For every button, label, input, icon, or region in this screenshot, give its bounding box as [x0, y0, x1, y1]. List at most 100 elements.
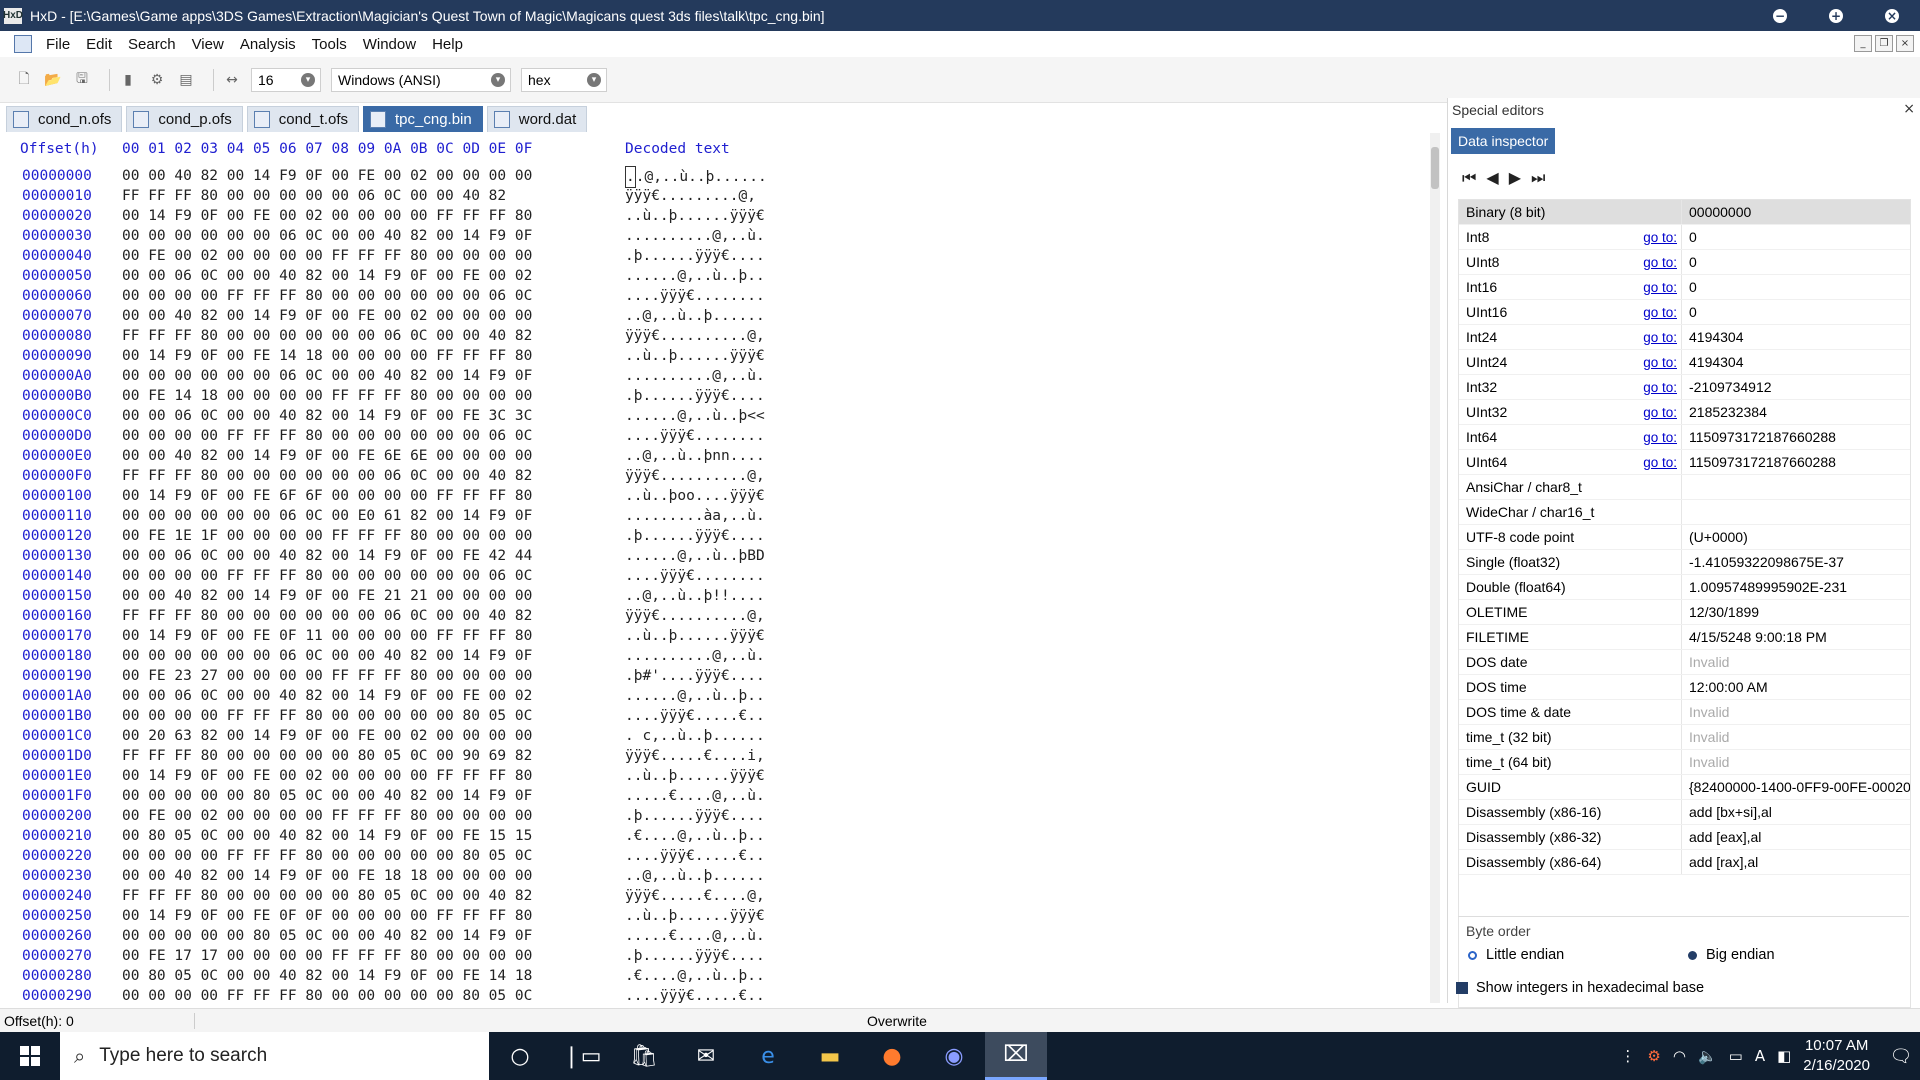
- row-hex-bytes[interactable]: 00 14 F9 0F 00 FE 00 02 00 00 00 00 FF F…: [122, 766, 625, 786]
- inspector-row[interactable]: FILETIME 4/15/5248 9:00:18 PM: [1459, 625, 1910, 650]
- inspector-row[interactable]: UInt64 go to: 1150973172187660288: [1459, 450, 1910, 475]
- inspector-value[interactable]: (U+0000): [1681, 525, 1910, 549]
- row-hex-bytes[interactable]: 00 00 06 0C 00 00 40 82 00 14 F9 0F 00 F…: [122, 686, 625, 706]
- hex-row[interactable]: 00000130 00 00 06 0C 00 00 40 82 00 14 F9…: [22, 546, 767, 566]
- menu-window[interactable]: Window: [355, 36, 424, 53]
- inspector-row[interactable]: UTF-8 code point (U+0000): [1459, 525, 1910, 550]
- row-decoded-text[interactable]: ÿÿÿ€..........@,: [625, 326, 765, 346]
- hex-row[interactable]: 00000140 00 00 00 00 FF FF FF 80 00 00 00…: [22, 566, 767, 586]
- hex-row[interactable]: 00000270 00 FE 17 17 00 00 00 00 FF FF FF…: [22, 946, 767, 966]
- hex-row[interactable]: 00000240 FF FF FF 80 00 00 00 00 00 80 05…: [22, 886, 767, 906]
- display-mode-select[interactable]: hex ▾: [521, 67, 607, 92]
- hex-rows[interactable]: 00000000 00 00 40 82 00 14 F9 0F 00 FE 00…: [22, 166, 767, 1003]
- row-hex-bytes[interactable]: 00 00 00 00 FF FF FF 80 00 00 00 00 00 0…: [122, 426, 625, 446]
- inspector-row[interactable]: AnsiChar / char8_t: [1459, 475, 1910, 500]
- inspector-value[interactable]: 2185232384: [1681, 400, 1910, 424]
- wifi-icon[interactable]: ◠: [1673, 1047, 1686, 1065]
- row-hex-bytes[interactable]: 00 00 40 82 00 14 F9 0F 00 FE 21 21 00 0…: [122, 586, 625, 606]
- row-decoded-text[interactable]: .þ#'....ÿÿÿ€....: [625, 666, 765, 686]
- menu-analysis[interactable]: Analysis: [232, 36, 304, 53]
- tab-cond-t[interactable]: cond_t.ofs: [246, 106, 359, 132]
- inspector-row[interactable]: Single (float32) -1.41059322098675E-37: [1459, 550, 1910, 575]
- row-decoded-text[interactable]: ÿÿÿ€.........@,: [625, 186, 756, 206]
- hex-row[interactable]: 000000B0 00 FE 14 18 00 00 00 00 FF FF FF…: [22, 386, 767, 406]
- row-decoded-text[interactable]: . c,..ù..þ......: [625, 726, 765, 746]
- battery-icon[interactable]: ▭: [1729, 1047, 1743, 1065]
- volume-icon[interactable]: 🔈: [1698, 1047, 1717, 1065]
- clock[interactable]: 10:07 AM 2/16/2020: [1803, 1036, 1870, 1076]
- row-hex-bytes[interactable]: FF FF FF 80 00 00 00 00 00 00 06 0C 00 0…: [122, 326, 625, 346]
- row-decoded-text[interactable]: ..ù..þ......ÿÿÿ€: [625, 346, 765, 366]
- row-hex-bytes[interactable]: FF FF FF 80 00 00 00 00 00 06 0C 00 00 4…: [122, 186, 625, 206]
- close-icon[interactable]: ×: [1903, 101, 1915, 117]
- row-hex-bytes[interactable]: 00 00 00 00 FF FF FF 80 00 00 00 00 00 8…: [122, 986, 625, 1003]
- goto-link[interactable]: go to:: [1633, 380, 1681, 395]
- inspector-row[interactable]: Int24 go to: 4194304: [1459, 325, 1910, 350]
- row-decoded-text[interactable]: ..@,..ù..þnn....: [625, 446, 765, 466]
- inspector-value[interactable]: 0: [1681, 300, 1910, 324]
- row-hex-bytes[interactable]: 00 00 40 82 00 14 F9 0F 00 FE 00 02 00 0…: [122, 306, 625, 326]
- bytes-per-row-select[interactable]: 16 ▾: [251, 67, 321, 92]
- row-hex-bytes[interactable]: 00 20 63 82 00 14 F9 0F 00 FE 00 02 00 0…: [122, 726, 625, 746]
- row-decoded-text[interactable]: .........àa,..ù.: [625, 506, 765, 526]
- row-hex-bytes[interactable]: 00 FE 1E 1F 00 00 00 00 FF FF FF 80 00 0…: [122, 526, 625, 546]
- inspector-value[interactable]: -1.41059322098675E-37: [1681, 550, 1910, 574]
- row-hex-bytes[interactable]: FF FF FF 80 00 00 00 00 00 80 05 0C 00 0…: [122, 886, 625, 906]
- goto-link[interactable]: go to:: [1633, 455, 1681, 470]
- tab-word-dat[interactable]: word.dat: [486, 106, 588, 132]
- row-decoded-text[interactable]: ....ÿÿÿ€.....€..: [625, 986, 765, 1003]
- hex-row[interactable]: 000001E0 00 14 F9 0F 00 FE 00 02 00 00 00…: [22, 766, 767, 786]
- inspector-row[interactable]: Int64 go to: 1150973172187660288: [1459, 425, 1910, 450]
- start-button[interactable]: [0, 1032, 60, 1080]
- row-decoded-text[interactable]: ......@,..ù..þ<<: [625, 406, 765, 426]
- mdi-close-button[interactable]: ×: [1896, 35, 1914, 52]
- menu-view[interactable]: View: [184, 36, 232, 53]
- inspector-row[interactable]: Disassembly (x86-16) add [bx+si],al: [1459, 800, 1910, 825]
- hex-row[interactable]: 00000250 00 14 F9 0F 00 FE 0F 0F 00 00 00…: [22, 906, 767, 926]
- inspector-value[interactable]: 00000000: [1681, 200, 1910, 224]
- row-decoded-text[interactable]: ..@,..ù..þ......: [625, 166, 767, 188]
- menu-edit[interactable]: Edit: [78, 36, 120, 53]
- row-hex-bytes[interactable]: 00 00 00 00 FF FF FF 80 00 00 00 00 00 8…: [122, 846, 625, 866]
- hex-row[interactable]: 000000C0 00 00 06 0C 00 00 40 82 00 14 F9…: [22, 406, 767, 426]
- goto-link[interactable]: go to:: [1633, 255, 1681, 270]
- hex-row[interactable]: 00000190 00 FE 23 27 00 00 00 00 FF FF FF…: [22, 666, 767, 686]
- disk-editor-icon[interactable]: ▤: [176, 70, 196, 90]
- row-decoded-text[interactable]: ..@,..ù..þ......: [625, 306, 765, 326]
- next-icon[interactable]: ▶: [1509, 168, 1521, 188]
- inspector-value[interactable]: add [bx+si],al: [1681, 800, 1910, 824]
- store-icon[interactable]: 🛍: [613, 1032, 675, 1080]
- inspector-value[interactable]: {82400000-1400-0FF9-00FE-00020: [1681, 775, 1910, 799]
- new-file-icon[interactable]: 🗋: [14, 70, 34, 90]
- row-hex-bytes[interactable]: 00 00 40 82 00 14 F9 0F 00 FE 6E 6E 00 0…: [122, 446, 625, 466]
- document-icon[interactable]: [14, 35, 32, 53]
- hex-row[interactable]: 000000D0 00 00 00 00 FF FF FF 80 00 00 00…: [22, 426, 767, 446]
- big-endian-radio[interactable]: Big endian: [1688, 947, 1775, 963]
- hex-row[interactable]: 00000150 00 00 40 82 00 14 F9 0F 00 FE 21…: [22, 586, 767, 606]
- goto-link[interactable]: go to:: [1633, 430, 1681, 445]
- inspector-row[interactable]: Int8 go to: 0: [1459, 225, 1910, 250]
- row-decoded-text[interactable]: ÿÿÿ€.....€....i,: [625, 746, 765, 766]
- row-decoded-text[interactable]: ....ÿÿÿ€.....€..: [625, 706, 765, 726]
- row-decoded-text[interactable]: ..@,..ù..þ!!....: [625, 586, 765, 606]
- hex-row[interactable]: 00000210 00 80 05 0C 00 00 40 82 00 14 F9…: [22, 826, 767, 846]
- close-button[interactable]: ×: [1864, 0, 1920, 31]
- row-decoded-text[interactable]: .þ......ÿÿÿ€....: [625, 246, 765, 266]
- row-decoded-text[interactable]: .þ......ÿÿÿ€....: [625, 946, 765, 966]
- goto-link[interactable]: go to:: [1633, 230, 1681, 245]
- inspector-row[interactable]: Disassembly (x86-64) add [rax],al: [1459, 850, 1910, 875]
- row-decoded-text[interactable]: .....€....@,..ù.: [625, 926, 765, 946]
- hex-row[interactable]: 00000100 00 14 F9 0F 00 FE 6F 6F 00 00 00…: [22, 486, 767, 506]
- hxd-taskbar-icon[interactable]: ⌧: [985, 1032, 1047, 1080]
- hex-scrollbar[interactable]: [1430, 133, 1440, 1003]
- row-hex-bytes[interactable]: 00 00 00 00 FF FF FF 80 00 00 00 00 00 0…: [122, 566, 625, 586]
- row-hex-bytes[interactable]: FF FF FF 80 00 00 00 00 00 00 06 0C 00 0…: [122, 466, 625, 486]
- hex-row[interactable]: 00000090 00 14 F9 0F 00 FE 14 18 00 00 00…: [22, 346, 767, 366]
- inspector-value[interactable]: 4194304: [1681, 325, 1910, 349]
- minimize-button[interactable]: −: [1752, 0, 1808, 31]
- inspector-row[interactable]: Binary (8 bit) 00000000: [1459, 200, 1910, 225]
- goto-link[interactable]: go to:: [1633, 330, 1681, 345]
- inspector-value[interactable]: 12/30/1899: [1681, 600, 1910, 624]
- discord-icon[interactable]: ◉: [923, 1032, 985, 1080]
- inspector-value[interactable]: 1.00957489995902E-231: [1681, 575, 1910, 599]
